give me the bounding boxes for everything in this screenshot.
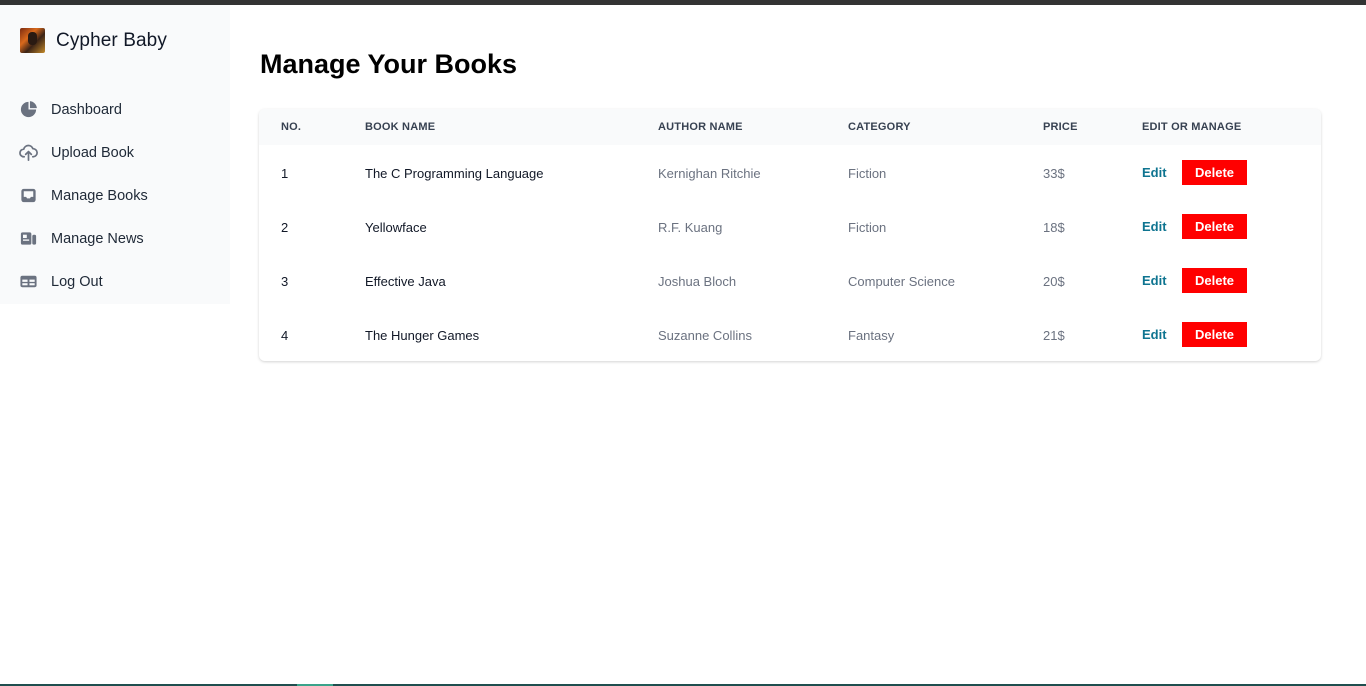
edit-link[interactable]: Edit [1142,165,1167,180]
edit-link[interactable]: Edit [1142,273,1167,288]
cell-no: 3 [281,274,289,289]
brand-avatar [20,28,45,53]
table-icon [19,272,38,291]
table-row: 3 Effective Java Joshua Bloch Computer S… [259,253,1321,307]
cell-author: R.F. Kuang [658,220,723,235]
page-title: Manage Your Books [260,49,518,79]
table-row: 1 The C Programming Language Kernighan R… [259,145,1321,199]
edit-link[interactable]: Edit [1142,219,1167,234]
column-header-price: PRICE [1043,121,1078,133]
sidebar-item-label: Manage Books [51,187,148,204]
cell-price: 21$ [1043,328,1065,343]
cell-category: Fiction [848,166,887,181]
column-header-category: CATEGORY [848,121,911,133]
sidebar: Cypher Baby Dashboard Upload Book Manage… [0,5,230,304]
pie-chart-icon [19,100,38,119]
inbox-icon [19,186,38,205]
sidebar-item-upload-book[interactable]: Upload Book [19,131,148,174]
cell-category: Fiction [848,220,887,235]
cloud-upload-icon [19,143,38,162]
delete-button[interactable]: Delete [1182,268,1247,293]
cell-price: 18$ [1043,220,1065,235]
delete-button[interactable]: Delete [1182,160,1247,185]
table-row: 2 Yellowface R.F. Kuang Fiction 18$ Edit… [259,199,1321,253]
column-header-no: NO. [281,121,302,133]
sidebar-item-label: Log Out [51,273,103,290]
cell-book-name: The C Programming Language [365,166,544,181]
column-header-author-name: AUTHOR NAME [658,121,743,133]
cell-price: 33$ [1043,166,1065,181]
cell-price: 20$ [1043,274,1065,289]
cell-author: Kernighan Ritchie [658,166,761,181]
sidebar-item-log-out[interactable]: Log Out [19,260,148,303]
edit-link[interactable]: Edit [1142,327,1167,342]
sidebar-nav: Dashboard Upload Book Manage Books Manag… [19,88,148,303]
sidebar-item-manage-news[interactable]: Manage News [19,217,148,260]
cell-book-name: Yellowface [365,220,427,235]
sidebar-item-manage-books[interactable]: Manage Books [19,174,148,217]
books-table: NO. BOOK NAME AUTHOR NAME CATEGORY PRICE… [259,109,1321,361]
sidebar-item-label: Upload Book [51,144,135,161]
sidebar-item-label: Dashboard [51,101,122,118]
cell-category: Computer Science [848,274,955,289]
cell-book-name: Effective Java [365,274,446,289]
table-header: NO. BOOK NAME AUTHOR NAME CATEGORY PRICE… [259,109,1321,145]
cell-author: Joshua Bloch [658,274,737,289]
cell-author: Suzanne Collins [658,328,752,343]
cell-category: Fantasy [848,328,895,343]
cell-no: 2 [281,220,289,235]
sidebar-item-label: Manage News [51,230,144,247]
sidebar-item-dashboard[interactable]: Dashboard [19,88,148,131]
column-header-edit-or-manage: EDIT OR MANAGE [1142,121,1242,133]
cell-no: 4 [281,328,289,343]
delete-button[interactable]: Delete [1182,214,1247,239]
delete-button[interactable]: Delete [1182,322,1247,347]
brand[interactable]: Cypher Baby [20,28,167,53]
cell-book-name: The Hunger Games [365,328,480,343]
news-icon [19,229,38,248]
cell-no: 1 [281,166,289,181]
column-header-book-name: BOOK NAME [365,121,436,133]
brand-name: Cypher Baby [56,29,167,51]
table-row: 4 The Hunger Games Suzanne Collins Fanta… [259,307,1321,361]
